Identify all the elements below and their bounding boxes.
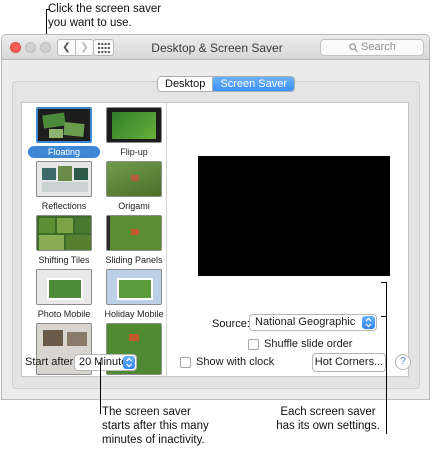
hot-corners-button[interactable]: Hot Corners... <box>312 353 386 372</box>
search-field[interactable]: Search <box>320 39 424 56</box>
shuffle-row[interactable]: Shuffle slide order <box>248 338 352 350</box>
label-sliding-panels[interactable]: Sliding Panels <box>98 255 166 265</box>
label-floating[interactable]: Floating <box>28 146 100 158</box>
preview-screen <box>198 156 390 276</box>
label-flip-up[interactable]: Flip-up <box>98 147 166 157</box>
shuffle-label: Shuffle slide order <box>264 338 353 350</box>
show-clock-row[interactable]: Show with clock <box>180 356 274 368</box>
close-button[interactable] <box>10 42 21 53</box>
updown-arrows-icon <box>362 316 375 329</box>
callout-bottom-right: Each screen saver has its own settings. <box>268 405 388 433</box>
show-clock-checkbox[interactable] <box>180 356 191 368</box>
callout-top: Click the screen saver you want to use. <box>48 2 248 30</box>
search-placeholder: Search <box>361 41 396 53</box>
source-value: National Geographic <box>255 316 356 328</box>
bottom-bar: Start after: 20 Minutes Show with clock … <box>2 351 429 373</box>
thumb-photo-mobile[interactable] <box>36 269 92 305</box>
thumb-shifting-tiles[interactable] <box>36 215 92 251</box>
preferences-window: ❮ ❯ Desktop & Screen Saver Search Deskto… <box>1 34 430 400</box>
label-photo-mobile[interactable]: Photo Mobile <box>28 309 100 319</box>
label-origami[interactable]: Origami <box>98 201 166 211</box>
label-reflections[interactable]: Reflections <box>28 201 100 211</box>
chevron-left-icon: ❮ <box>62 42 71 53</box>
back-button[interactable]: ❮ <box>57 39 76 56</box>
show-clock-label: Show with clock <box>196 356 275 368</box>
title-bar: ❮ ❯ Desktop & Screen Saver Search <box>2 35 429 60</box>
callout-bottom-leader <box>100 362 101 414</box>
shuffle-checkbox[interactable] <box>248 338 259 350</box>
tab-screen-saver[interactable]: Screen Saver <box>213 77 295 91</box>
callout-br-line-2: has its own settings. <box>276 420 380 432</box>
thumb-origami[interactable] <box>106 161 162 197</box>
help-button[interactable]: ? <box>395 354 411 370</box>
callout-right-tick-bottom <box>381 316 387 317</box>
label-shifting-tiles[interactable]: Shifting Tiles <box>28 255 100 265</box>
callout-top-leader-tick <box>46 9 50 10</box>
start-after-popup[interactable]: 20 Minutes <box>74 354 137 371</box>
thumb-flip-up[interactable] <box>106 107 162 143</box>
tab-control: Desktop Screen Saver <box>157 76 296 92</box>
screen-saver-list[interactable]: Floating Flip-up Reflections Origami Shi… <box>22 103 167 376</box>
start-after-label: Start after: <box>25 356 77 368</box>
tab-desktop[interactable]: Desktop <box>158 77 214 91</box>
window-title: Desktop & Screen Saver <box>151 41 283 55</box>
grid-icon <box>98 43 110 53</box>
zoom-button[interactable] <box>40 42 51 53</box>
chevron-right-icon: ❯ <box>80 42 89 53</box>
callout-br-line-1: Each screen saver <box>280 406 376 418</box>
screen-saver-pane: Floating Flip-up Reflections Origami Shi… <box>21 102 409 377</box>
source-label: Source: <box>212 318 250 330</box>
thumb-holiday-mobile[interactable] <box>106 269 162 305</box>
thumb-floating[interactable] <box>36 107 92 143</box>
thumb-reflections[interactable] <box>36 161 92 197</box>
forward-button[interactable]: ❯ <box>75 39 94 56</box>
thumb-sliding-panels[interactable] <box>106 215 162 251</box>
updown-arrows-icon <box>123 356 135 369</box>
show-all-button[interactable] <box>93 39 114 56</box>
callout-bl-line-3: minutes of inactivity. <box>102 434 205 446</box>
callout-top-line-1: Click the screen saver <box>48 3 162 15</box>
callout-top-line-2: you want to use. <box>48 17 132 29</box>
callout-right-tick-top <box>381 282 387 283</box>
source-popup[interactable]: National Geographic <box>249 314 377 331</box>
label-holiday-mobile[interactable]: Holiday Mobile <box>98 309 166 319</box>
search-icon <box>349 43 358 52</box>
minimize-button[interactable] <box>25 42 36 53</box>
